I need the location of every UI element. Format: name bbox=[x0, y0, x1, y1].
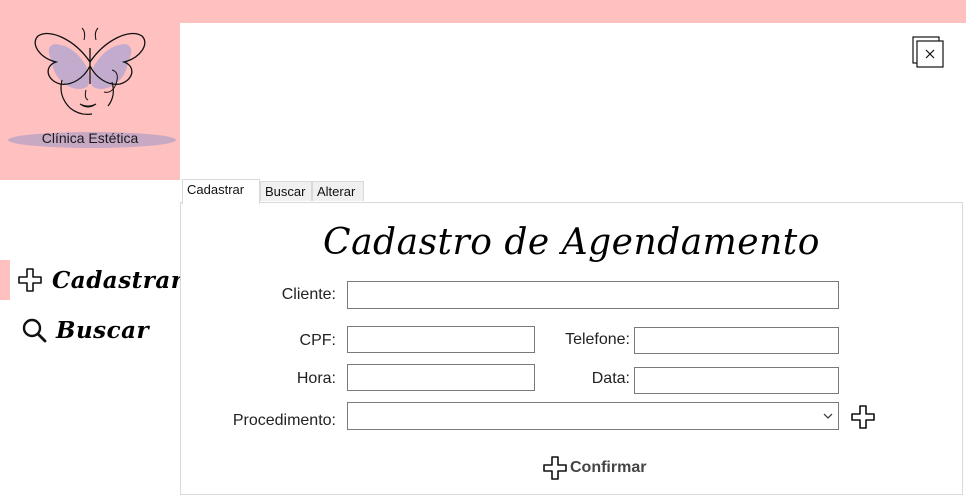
tab-cadastrar[interactable]: Cadastrar bbox=[182, 179, 260, 204]
hora-input[interactable] bbox=[347, 364, 535, 391]
confirm-button[interactable]: Confirmar bbox=[542, 454, 646, 482]
sidebar-item-buscar[interactable]: Buscar bbox=[0, 310, 180, 350]
procedimento-label: Procedimento: bbox=[232, 412, 336, 429]
tab-alterar[interactable]: Alterar bbox=[312, 181, 364, 201]
data-input[interactable] bbox=[634, 367, 839, 394]
telefone-input[interactable] bbox=[634, 327, 839, 354]
plus-icon bbox=[18, 268, 42, 292]
tab-buscar[interactable]: Buscar bbox=[260, 181, 312, 201]
logo-caption: Clínica Estética bbox=[41, 130, 139, 146]
cliente-input[interactable] bbox=[347, 281, 839, 309]
cliente-label: Cliente: bbox=[281, 286, 336, 303]
logo-panel: Clínica Estética bbox=[0, 0, 180, 180]
procedimento-select[interactable] bbox=[347, 402, 839, 430]
confirm-label: Confirmar bbox=[570, 459, 647, 476]
add-procedimento-icon[interactable] bbox=[850, 404, 876, 430]
data-label: Data: bbox=[591, 370, 630, 387]
sidebar-item-cadastrar[interactable]: Cadastrar bbox=[0, 260, 184, 300]
butterfly-face-logo bbox=[8, 27, 176, 148]
plus-icon bbox=[543, 456, 567, 480]
cpf-label: CPF: bbox=[299, 332, 336, 349]
close-window-icon[interactable] bbox=[911, 35, 945, 69]
form-title: Cadastro de Agendamento bbox=[323, 222, 820, 263]
chevron-down-icon bbox=[823, 413, 833, 419]
hora-label: Hora: bbox=[296, 370, 336, 387]
telefone-label: Telefone: bbox=[565, 331, 630, 348]
search-icon bbox=[22, 318, 47, 343]
sidebar-item-label: Buscar bbox=[56, 316, 150, 344]
sidebar-item-label: Cadastrar bbox=[52, 266, 184, 294]
cpf-input[interactable] bbox=[347, 326, 535, 353]
